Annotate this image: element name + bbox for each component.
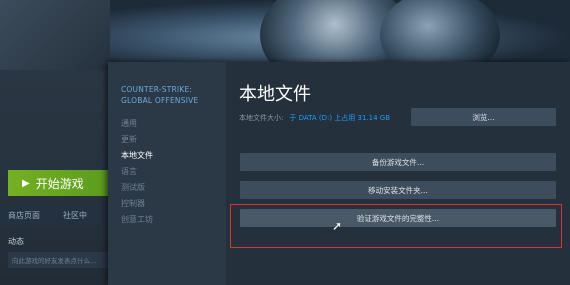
play-label: 开始游戏 (35, 176, 84, 191)
browse-button[interactable]: 浏览... (411, 108, 556, 126)
menu-item-general[interactable]: 通用 (121, 116, 153, 132)
library-tabs: 商店页面 社区中 (0, 205, 110, 225)
size-value[interactable]: 于 DATA (D:) 上占用 31.14 GB (289, 113, 390, 123)
local-files-size: 本地文件大小: 于 DATA (D:) 上占用 31.14 GB (239, 113, 390, 123)
library-art (0, 0, 110, 70)
menu-item-controller[interactable]: 控制器 (121, 196, 153, 212)
page-title: 本地文件 (239, 84, 311, 105)
menu-item-updates[interactable]: 更新 (121, 132, 153, 148)
size-label: 本地文件大小: (239, 114, 284, 122)
move-folder-button[interactable]: 移动安装文件夹... (240, 181, 556, 199)
menu-item-language[interactable]: 语言 (121, 164, 153, 180)
game-banner (110, 0, 570, 62)
game-title: COUNTER-STRIKE: GLOBAL OFFENSIVE (121, 85, 199, 105)
banner-figure-2 (380, 0, 500, 62)
mouse-cursor-icon: ➚ (332, 219, 343, 233)
play-button[interactable]: ▶ 开始游戏 (8, 170, 108, 196)
menu-item-local-files[interactable]: 本地文件 (121, 148, 153, 164)
menu-item-betas[interactable]: 测试版 (121, 180, 153, 196)
properties-sidebar: COUNTER-STRIKE: GLOBAL OFFENSIVE 通用 更新 本… (108, 62, 226, 285)
activity-input[interactable]: 向此游戏的好友发表点什么... (8, 252, 108, 268)
red-highlight-box (230, 204, 562, 248)
tab-store-page[interactable]: 商店页面 (0, 205, 55, 225)
menu-item-workshop[interactable]: 创意工坊 (121, 212, 153, 228)
activity-title: 动态 (8, 237, 24, 246)
properties-dialog: COUNTER-STRIKE: GLOBAL OFFENSIVE 通用 更新 本… (108, 62, 570, 285)
tab-community[interactable]: 社区中 (55, 205, 110, 225)
backup-files-button[interactable]: 备份游戏文件... (240, 153, 556, 171)
play-icon: ▶ (22, 177, 30, 189)
properties-menu: 通用 更新 本地文件 语言 测试版 控制器 创意工坊 (121, 116, 153, 228)
